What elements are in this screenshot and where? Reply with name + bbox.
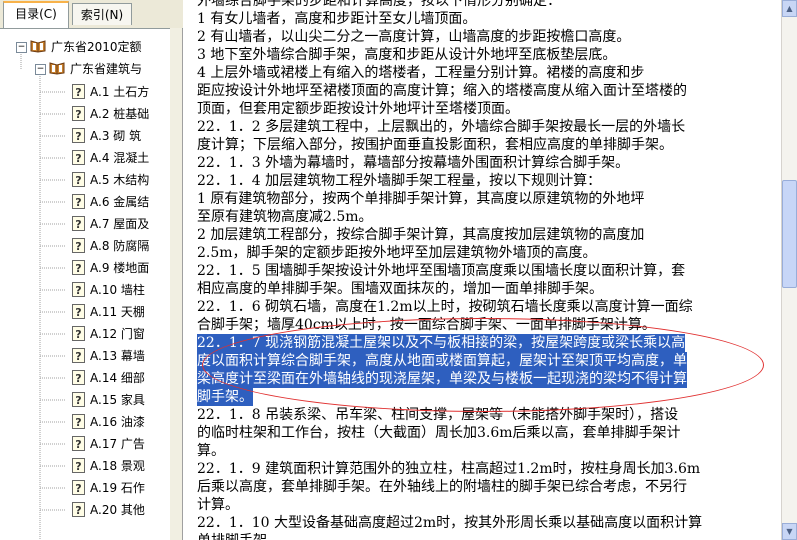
tree-node-child[interactable]: − 广东省建筑与 — [0, 58, 170, 80]
content-scrollbar[interactable]: ▲ ▼ — [781, 0, 797, 540]
scroll-up-arrow-icon[interactable]: ▲ — [782, 0, 797, 17]
open-book-icon — [30, 40, 46, 53]
help-topic-icon: ? — [72, 392, 85, 407]
help-topic-icon: ? — [72, 282, 85, 297]
tree-item-label: A.8 防腐隔 — [90, 239, 150, 253]
tree-item-label: A.16 油漆 — [90, 415, 145, 429]
tree-item-label: A.12 门窗 — [90, 327, 145, 341]
tree-item-label: A.17 广告 — [90, 437, 145, 451]
help-topic-icon: ? — [72, 502, 85, 517]
help-topic-icon: ? — [72, 238, 85, 253]
text-line: 合脚手架；墙厚40cm以上时，按一面综合脚手架、一面单排脚手架计算。 — [197, 317, 656, 333]
text-line: 3 地下室外墙综合脚手架，高度和步距从设计外地坪至底板垫层底。 — [197, 47, 617, 63]
help-topic-icon: ? — [72, 84, 85, 99]
help-topic-icon: ? — [72, 414, 85, 429]
help-topic-icon: ? — [72, 480, 85, 495]
open-book-icon — [49, 62, 65, 75]
text-line: 单排脚手架。 — [197, 532, 281, 540]
tree-item-label: A.3 砌 筑 — [90, 129, 142, 143]
help-topic-icon: ? — [72, 216, 85, 231]
text-line: 相应高度的单排脚手架。围墙双面抹灰的，增加一面单排脚手架。 — [197, 281, 603, 297]
text-line: 2 加层建筑工程部分，按综合脚手架计算，其高度按加层建筑物的高度加 — [197, 227, 645, 243]
selected-text-line[interactable]: 22．1．7 现浇钢筋混凝土屋架以及不与板相接的梁，按屋架跨度或梁长乘以高 — [197, 334, 686, 352]
help-topic-icon: ? — [72, 370, 85, 385]
text-line: 4 上层外墙或裙楼上有缩入的塔楼者，工程量分别计算。裙楼的高度和步 — [197, 65, 645, 81]
tree-item-label: A.9 楼地面 — [90, 261, 150, 275]
text-line: 1 原有建筑物部分，按两个单排脚手架计算，其高度以原建筑物的外地坪 — [197, 191, 645, 207]
tree-node-label: 广东省建筑与 — [70, 62, 143, 76]
tree-item-label: A.7 屋面及 — [90, 217, 150, 231]
text-line: 22．1．10 大型设备基础高度超过2m时，按其外形周长乘以基础高度以面积计算 — [197, 515, 703, 531]
help-topic-icon: ? — [72, 172, 85, 187]
tree-scrollbar[interactable] — [170, 28, 182, 540]
text-line: 后乘以高度，套单排脚手架。在外轴线上的附墙柱的脚手架已综合考虑，不另行 — [197, 479, 687, 495]
tree-item-label: A.2 桩基础 — [90, 107, 150, 121]
help-topic-icon: ? — [72, 106, 85, 121]
text-line: 22．1．9 建筑面积计算范围外的独立柱，柱高超过1.2m时，按柱身周长加3.6… — [197, 461, 701, 477]
text-line: 22．1．8 吊装系梁、吊车梁、柱间支撑，屋架等（未能搭外脚手架时），搭设 — [197, 407, 679, 423]
tree-item-label: A.6 金属结 — [90, 195, 150, 209]
tree-item-label: A.13 幕墙 — [90, 349, 145, 363]
tree-item-label: A.20 其他 — [90, 503, 145, 517]
tree-node-root[interactable]: − 广东省2010定额 — [0, 36, 170, 58]
help-topic-icon: ? — [72, 458, 85, 473]
text-line: 至原有建筑物高度减2.5m。 — [197, 209, 373, 225]
scrollbar-thumb[interactable] — [782, 180, 797, 288]
text-line: 顶面，但套用定额步距按设计外地坪计至塔楼顶面。 — [197, 101, 519, 117]
help-topic-icon: ? — [72, 304, 85, 319]
text-line: 22．1．3 外墙为幕墙时，幕墙部分按幕墙外围面积计算综合脚手架。 — [197, 155, 630, 171]
contents-tree: − 广东省2010定额 − 广东省建筑与 ? A.1 土石方 ? A.2 桩基础 ?… — [0, 30, 170, 540]
tree-node-label: 广东省2010定额 — [51, 40, 142, 54]
text-line: 的临时柱架和工作台，按柱（大截面）周长加3.6m后乘以高，套单排脚手架计 — [197, 425, 681, 441]
text-line: 22．1．6 砌筑石墙，高度在1.2m以上时，按砌筑石墙长度乘以高度计算一面综 — [197, 299, 693, 315]
tree-item-label: A.5 木结构 — [90, 173, 150, 187]
help-topic-icon: ? — [72, 128, 85, 143]
tab-index[interactable]: 索引(N) — [72, 3, 132, 25]
help-topic-icon: ? — [72, 260, 85, 275]
text-line: 算。 — [197, 443, 225, 459]
help-topic-icon: ? — [72, 194, 85, 209]
nav-tab-strip: 目录(C) 索引(N) — [0, 0, 183, 29]
help-topic-icon: ? — [72, 150, 85, 165]
selected-text-line[interactable]: 脚手架。 — [197, 388, 253, 406]
text-line: 2.5m，脚手架的定额步距按外地坪至加层建筑物外墙顶的高度。 — [197, 245, 597, 261]
text-line: 2 有山墙者，以山尖二分之一高度计算，山墙高度的步距按檐口高度。 — [197, 29, 631, 45]
tree-item-label: A.14 细部 — [90, 371, 145, 385]
text-line: 22．1．4 加层建筑物工程外墙脚手架工程量，按以下规则计算： — [197, 173, 602, 189]
tree-item-label: A.19 石作 — [90, 481, 145, 495]
selected-text-line[interactable]: 梁高度计至梁面在外墙轴线的现浇屋架，单梁及与楼板一起现浇的梁均不得计算 — [197, 370, 687, 388]
help-topic-icon: ? — [72, 436, 85, 451]
topic-content: 外墙综合脚手架的步距和计算高度，按以下情形分别确定： 1 有女儿墙者，高度和步距… — [183, 0, 781, 540]
scroll-down-arrow-icon[interactable]: ▼ — [782, 523, 797, 540]
tab-contents[interactable]: 目录(C) — [3, 1, 69, 28]
text-line: 22．1．2 多层建筑工程中，上层飘出的，外墙综合脚手架按最长一层的外墙长 — [197, 119, 686, 135]
text-line: 1 有女儿墙者，高度和步距计至女儿墙顶面。 — [197, 11, 477, 27]
tree-item-label: A.11 天棚 — [90, 305, 145, 319]
help-topic-icon: ? — [72, 348, 85, 363]
selected-text-line[interactable]: 度以面积计算综合脚手架，高度从地面或楼面算起，屋架计至架顶平均高度，单 — [197, 352, 687, 370]
tree-item-label: A.18 景观 — [90, 459, 145, 473]
text-line: 外墙综合脚手架的步距和计算高度，按以下情形分别确定： — [197, 0, 561, 9]
text-line: 22．1．5 围墙脚手架按设计外地坪至围墙顶高度乘以围墙长度以面积计算，套 — [197, 263, 686, 279]
tree-item-label: A.1 土石方 — [90, 85, 150, 99]
text-line: 距应按设计外地坪至裙楼顶面的高度计算；缩入的塔楼高度从缩入面计至塔楼的 — [197, 83, 687, 99]
tree-item-label: A.4 混凝土 — [90, 151, 150, 165]
text-line: 度计算；下层缩入部分，按围护面垂直投影面积，套相应高度的单排脚手架。 — [197, 137, 673, 153]
tree-item-label: A.10 墙柱 — [90, 283, 145, 297]
text-line: 计算。 — [197, 497, 239, 513]
tree-item-label: A.15 家具 — [90, 393, 145, 407]
navigation-pane: 目录(C) 索引(N) − 广东省2010定额 − 广东省建筑与 ? A.1 土… — [0, 0, 183, 540]
collapse-icon[interactable]: − — [16, 42, 27, 53]
collapse-icon[interactable]: − — [35, 64, 46, 75]
help-topic-icon: ? — [72, 326, 85, 341]
